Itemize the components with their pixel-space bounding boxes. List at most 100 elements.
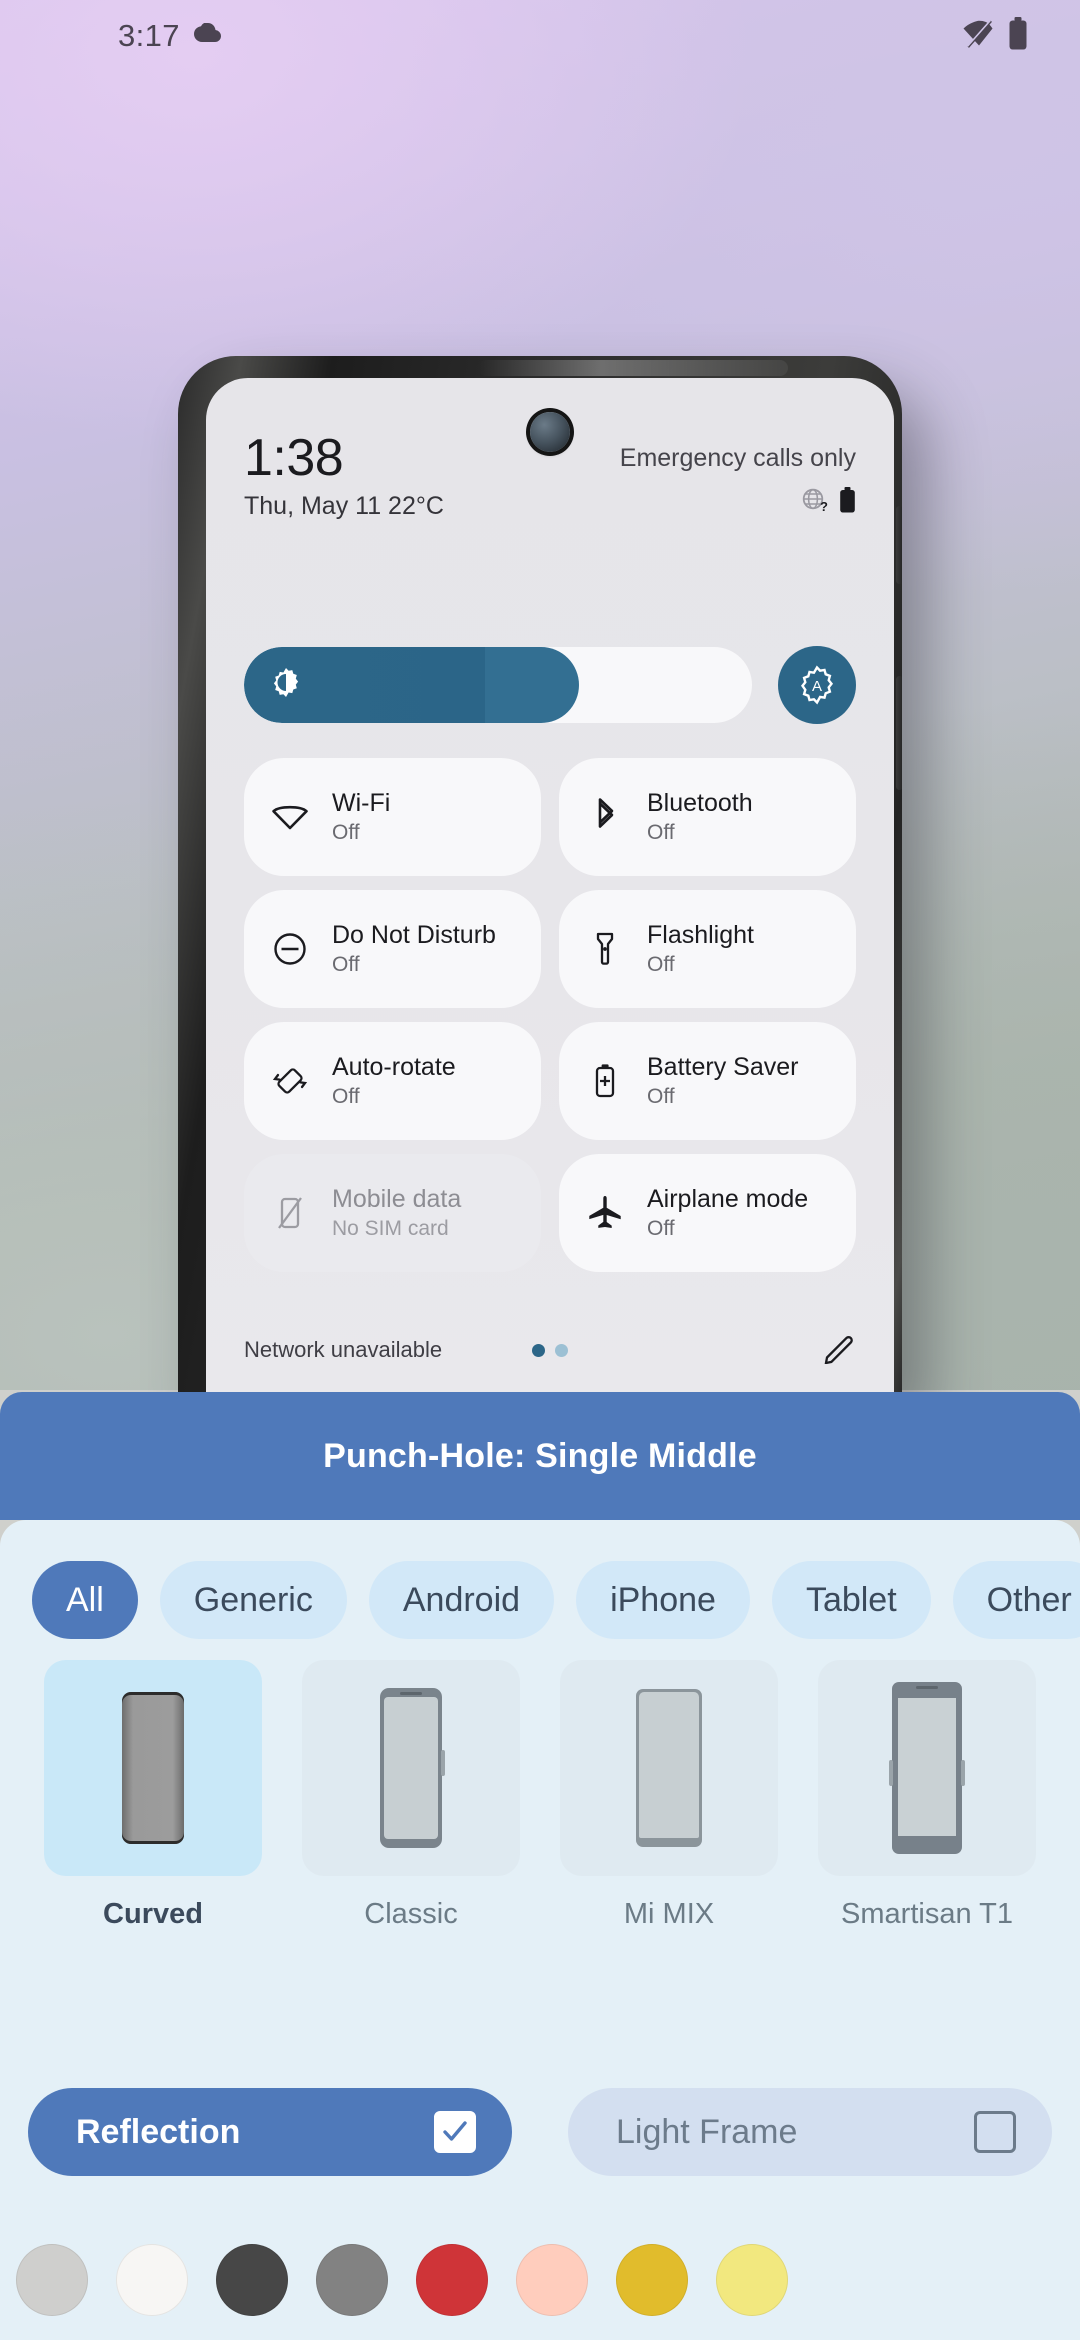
airplane-icon [585,1193,625,1233]
qs-carrier-status: Emergency calls only [619,444,856,472]
auto-brightness-button[interactable]: A [778,646,856,724]
qs-tile-state: Off [647,1216,675,1240]
chip-generic[interactable]: Generic [159,1561,347,1639]
toggle-label: Light Frame [616,2112,798,2151]
quick-settings-footer: Network unavailable [244,1322,856,1378]
qs-tile-do-not-disturb[interactable]: Do Not Disturb Off [244,890,541,1008]
qs-tile-label: Flashlight [647,921,754,950]
device-thumbnail [818,1660,1036,1876]
selection-banner[interactable]: Punch-Hole: Single Middle [0,1392,1080,1520]
color-swatch[interactable] [116,2244,188,2316]
toggle-label: Reflection [76,2112,241,2151]
qs-tile-mobile-data[interactable]: Mobile data No SIM card [244,1154,541,1272]
device-thumbnail [560,1660,778,1876]
bluetooth-icon [585,797,625,837]
device-style-grid: Curved Classic Mi MIX Smartisan T1 [0,1660,1080,1931]
status-bar-right [962,16,1028,56]
quick-settings-header: 1:38 Thu, May 11 22°C Emergency calls on… [206,430,894,521]
device-name: Classic [364,1898,458,1930]
toggle-reflection[interactable]: Reflection [28,2088,512,2176]
quick-settings-tiles: Wi-Fi Off Bluetooth Off Do Not Disturb Off Fla… [244,758,856,1272]
color-swatch[interactable] [616,2244,688,2316]
device-name: Curved [103,1898,203,1930]
globe-question-icon: ? [802,488,830,517]
device-style-mix[interactable]: Mi MIX [540,1660,798,1931]
phone-screen: 1:38 Thu, May 11 22°C Emergency calls on… [206,378,894,1408]
options-panel: All Generic Android iPhone Tablet Other Curve… [0,1520,1080,2340]
frame-glare [478,360,788,376]
qs-tile-flashlight[interactable]: Flashlight Off [559,890,856,1008]
wifi-off-icon [962,17,996,56]
qs-tile-auto-rotate[interactable]: Auto-rotate Off [244,1022,541,1140]
brightness-row: A [244,646,856,724]
qs-tile-state: Off [332,952,360,976]
checkbox[interactable] [974,2111,1016,2153]
qs-tile-state: Off [647,820,675,844]
qs-tile-text: Auto-rotate Off [332,1054,456,1108]
qs-tile-label: Do Not Disturb [332,921,496,950]
volume-button [896,676,902,790]
device-style-t1[interactable]: Smartisan T1 [798,1660,1056,1931]
checkbox[interactable] [434,2111,476,2153]
page-dot[interactable] [555,1343,568,1357]
power-button [896,506,902,584]
qs-tile-bluetooth[interactable]: Bluetooth Off [559,758,856,876]
banner-title: Punch-Hole: Single Middle [323,1436,757,1475]
phone-frame: 1:38 Thu, May 11 22°C Emergency calls on… [178,356,902,1408]
category-chip-row[interactable]: All Generic Android iPhone Tablet Other [0,1552,1080,1648]
qs-tile-state: Off [647,1084,675,1108]
qs-tile-label: Wi-Fi [332,789,391,818]
qs-tile-text: Battery Saver Off [647,1054,798,1108]
color-swatch[interactable] [216,2244,288,2316]
device-thumbnail [302,1660,520,1876]
wifi-icon [270,797,310,837]
qs-tile-label: Bluetooth [647,789,753,818]
chip-other[interactable]: Other [952,1561,1080,1639]
toggle-options-row: Reflection Light Frame [0,2088,1080,2176]
qs-tile-text: Do Not Disturb Off [332,922,496,976]
battery-icon [1008,16,1028,56]
color-swatch[interactable] [16,2244,88,2316]
brightness-slider[interactable] [244,647,752,723]
auto-rotate-icon [270,1061,310,1101]
flashlight-icon [585,929,625,969]
device-style-curved[interactable]: Curved [24,1660,282,1931]
page-dot[interactable] [532,1343,545,1357]
qs-tile-state: Off [332,1084,360,1108]
pencil-icon[interactable] [824,1332,856,1369]
color-swatch[interactable] [316,2244,388,2316]
device-thumbnail [44,1660,262,1876]
phone-mockup[interactable]: 1:38 Thu, May 11 22°C Emergency calls on… [168,348,912,1408]
network-status-text: Network unavailable [244,1337,443,1362]
qs-header-icons: ? [620,487,856,518]
brightness-icon [270,667,302,704]
qs-tile-label: Mobile data [332,1185,462,1214]
chip-all[interactable]: All [32,1561,138,1639]
device-name: Mi MIX [623,1898,715,1930]
qs-tile-state: No SIM card [332,1216,449,1240]
status-bar-clock: 3:17 [118,18,180,53]
color-swatch-row[interactable] [0,2220,1080,2340]
qs-tile-state: Off [647,952,675,976]
chip-iphone[interactable]: iPhone [576,1561,750,1639]
qs-tile-text: Flashlight Off [647,922,754,976]
qs-tile-airplane-mode[interactable]: Airplane mode Off [559,1154,856,1272]
qs-tile-text: Mobile data No SIM card [332,1186,461,1240]
device-style-classic[interactable]: Classic [282,1660,540,1931]
qs-tile-state: Off [332,820,360,844]
qs-carrier-block: Emergency calls only ? [620,444,856,518]
color-swatch[interactable] [516,2244,588,2316]
qs-tile-label: Auto-rotate [332,1053,456,1082]
qs-tile-text: Wi-Fi Off [332,790,390,844]
qs-tile-wi-fi[interactable]: Wi-Fi Off [244,758,541,876]
toggle-light-frame[interactable]: Light Frame [568,2088,1052,2176]
mobile-data-off-icon [270,1193,310,1233]
color-swatch[interactable] [716,2244,788,2316]
svg-text:?: ? [820,499,828,512]
device-name: Smartisan T1 [841,1898,1013,1930]
qs-tile-battery-saver[interactable]: Battery Saver Off [559,1022,856,1140]
status-bar-left: 3:17 [118,18,224,54]
chip-tablet[interactable]: Tablet [771,1561,931,1639]
chip-android[interactable]: Android [368,1561,555,1639]
color-swatch[interactable] [416,2244,488,2316]
